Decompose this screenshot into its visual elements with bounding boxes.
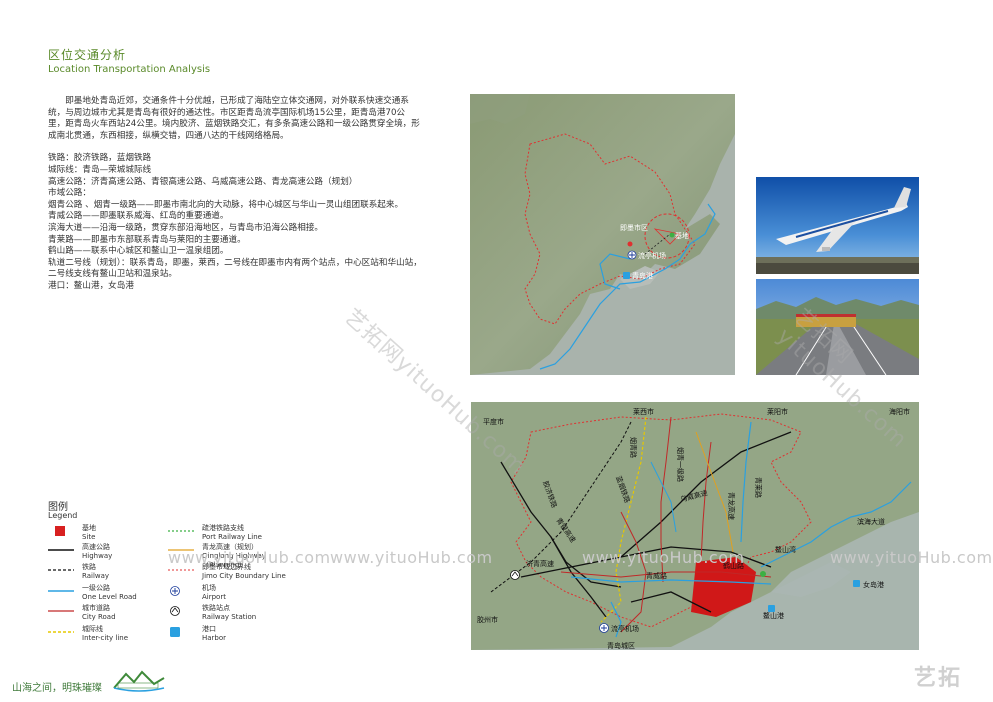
legend-subtitle: Legend <box>48 511 78 520</box>
legend-label-en: Railway Station <box>202 613 257 621</box>
label-jimo: 即墨市区 <box>620 223 648 232</box>
legend-label: 港口 <box>202 625 216 633</box>
railway-station-icon <box>510 570 520 580</box>
label-base: 基地 <box>675 231 689 240</box>
text-line: 港口：鳌山港，女岛港 <box>48 280 134 291</box>
watermark-text: www.yituoHub.com <box>168 548 331 567</box>
corner-watermark-logo: 艺拓 <box>914 666 963 691</box>
label-liuting: 流亭机场 <box>611 624 639 633</box>
airplane-photo <box>756 177 919 274</box>
legend-label-en: Jimo City Boundary Line <box>202 572 286 580</box>
label-laixi: 莱西市 <box>633 407 654 416</box>
legend-label: 铁路站点 <box>202 604 230 612</box>
label-port: 青岛港 <box>632 271 653 280</box>
text-line: 鹤山路——联系中心城区和鳌山卫一温泉组团。 <box>48 246 229 257</box>
legend-label: 高速公路 <box>82 543 110 551</box>
label-binhai: 滨海大道 <box>857 517 885 526</box>
watermark-text: www.yituoHub.com <box>330 548 493 567</box>
label-jiaozhou: 胶州市 <box>477 615 498 624</box>
harbor-icon <box>768 605 775 612</box>
text-line: 烟青公路 、烟青一级路——即墨市南北向的大动脉，将中心城区与华山一灵山组团联系起… <box>48 199 404 210</box>
legend-label-en: One Level Road <box>82 593 137 601</box>
legend-label-en: City Road <box>82 613 116 621</box>
label-jiqing: 济青高速 <box>526 559 554 568</box>
legend-label: 城市道路 <box>82 604 110 612</box>
legend-label-en: Site <box>82 533 96 541</box>
footer-slogan: 山海之间，明珠璀璨 <box>12 683 102 694</box>
harbor-icon <box>853 580 860 587</box>
label-airport: 流亭机场 <box>638 251 666 260</box>
legend-label: 疏港铁路支线 <box>202 524 244 532</box>
regional-location-map: 即墨市区 基地 流亭机场 青岛港 <box>470 94 735 375</box>
legend-label: 基地 <box>82 524 96 532</box>
text-line: 市域公路： <box>48 188 91 199</box>
legend-label-en: Airport <box>202 593 226 601</box>
text-line: 青威公路——即墨联系威海、红岛的重要通道。 <box>48 211 229 222</box>
legend-label: 铁路 <box>82 563 96 571</box>
airport-icon <box>170 586 180 596</box>
legend-label-en: Inter-city line <box>82 634 129 642</box>
project-logo-icon <box>113 670 165 692</box>
legend-label-en: Highway <box>82 552 113 560</box>
legend-label: 城际线 <box>82 625 103 633</box>
site-marker <box>669 232 675 238</box>
text-line: 铁路：胶济铁路，蓝烟铁路 <box>48 153 152 164</box>
label-yanqing2: 烟青一级路 <box>676 447 685 482</box>
site-marker <box>760 571 766 577</box>
map-legend: 图例 Legend 基地 Site 高速公路 Highway 铁路 Railway 一… <box>48 498 308 648</box>
text-line: 城际线：青岛—荣城城际线 <box>48 164 152 175</box>
text-line: 高速公路：济青高速公路、青银高速公路、乌威高速公路、青龙高速公路（规划） <box>48 176 358 187</box>
transport-network-map: 平度市 莱西市 莱阳市 海阳市 胶州市 流亭机场 青岛城区 鳌山港 女岛港 鳌山… <box>471 402 919 650</box>
label-nvdao: 女岛港 <box>863 580 884 589</box>
label-yanqing1: 烟青路 <box>629 437 638 458</box>
railway-station-icon <box>170 606 180 616</box>
label-laiyang: 莱阳市 <box>767 407 788 416</box>
page-subtitle: Location Transportation Analysis <box>48 64 211 75</box>
description-text-block: 即墨地处青岛近郊，交通条件十分优越，已形成了海陆空立体交通网，对外联系快速交通系… <box>48 96 422 293</box>
airport-icon <box>599 623 609 633</box>
label-qingdao: 青岛城区 <box>607 641 635 650</box>
page-title: 区位交通分析 <box>48 48 127 62</box>
legend-label-en: Railway <box>82 572 110 580</box>
intro-paragraph: 即墨地处青岛近郊，交通条件十分优越，已形成了海陆空立体交通网，对外联系快速交通系… <box>48 96 420 141</box>
harbor-icon <box>170 627 180 637</box>
label-qinglong: 青龙高速 <box>727 492 736 520</box>
text-line: 轨道二号线（规划）：联系青岛，即墨，莱西，二号线在即墨市内有两个站点，中心区站和… <box>48 257 422 280</box>
legend-label: 机场 <box>202 584 216 592</box>
watermark-text: www.yituoHub.com <box>582 548 745 567</box>
airport-icon <box>627 250 637 260</box>
harbor-icon <box>623 272 630 279</box>
text-line: 滨海大道——沿海一级路，贯穿东部沿海地区，与青岛市沿海公路相接。 <box>48 222 324 233</box>
legend-label-en: Port Railway Line <box>202 533 262 541</box>
jimo-marker <box>627 241 633 247</box>
label-aoshanwan: 鳌山湾 <box>775 545 796 554</box>
label-qinglai: 青莱路 <box>754 477 763 498</box>
label-aoshan: 鳌山港 <box>763 611 784 620</box>
legend-label-en: Harbor <box>202 634 227 642</box>
text-line: 青莱路——即墨市东部联系青岛与莱阳的主要通道。 <box>48 234 246 245</box>
watermark-text: www.yituoHub.com <box>830 548 993 567</box>
label-qingwei: 青威路 <box>646 571 667 580</box>
legend-label: 一级公路 <box>82 584 110 592</box>
